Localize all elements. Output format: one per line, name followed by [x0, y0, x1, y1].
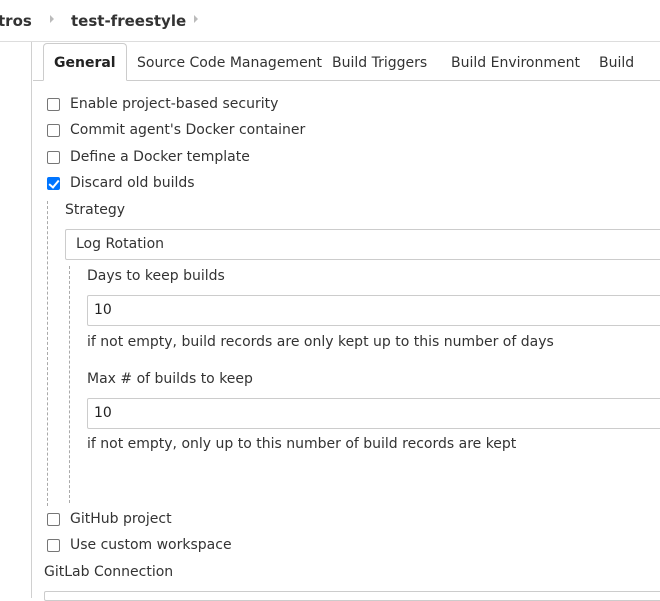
gitlab-connection-label: GitLab Connection: [44, 564, 174, 580]
max-builds-input[interactable]: 10: [87, 398, 660, 429]
checkbox[interactable]: [47, 539, 60, 552]
chevron-right-icon[interactable]: [50, 15, 54, 23]
days-to-keep-label: Days to keep builds: [87, 268, 225, 284]
checkbox-label: Use custom workspace: [70, 537, 232, 553]
config-tabbar: General Source Code Management Build Tri…: [33, 42, 660, 81]
breadcrumb: tros test-freestyle: [0, 0, 660, 42]
breadcrumb-item-parent[interactable]: tros: [0, 12, 32, 30]
strategy-select[interactable]: Log Rotation: [65, 229, 660, 260]
checkbox-label: Enable project-based security: [70, 96, 279, 112]
checkbox[interactable]: [47, 513, 60, 526]
subsection-divider: [69, 266, 70, 503]
max-builds-help: if not empty, only up to this number of …: [87, 436, 517, 452]
checkbox[interactable]: [47, 151, 60, 164]
gitlab-connection-select[interactable]: [44, 591, 660, 601]
checkbox-checked[interactable]: [47, 177, 60, 190]
sidebar: [0, 42, 32, 598]
checkbox-label: Define a Docker template: [70, 149, 250, 165]
tab-source-code-management[interactable]: Source Code Management: [137, 45, 322, 81]
checkbox-label: Discard old builds: [70, 175, 195, 191]
checkbox[interactable]: [47, 124, 60, 137]
strategy-label: Strategy: [65, 202, 125, 218]
section-divider: [47, 201, 48, 506]
chevron-right-icon[interactable]: [194, 15, 198, 23]
tab-build[interactable]: Build: [599, 45, 634, 81]
tab-build-environment[interactable]: Build Environment: [451, 45, 580, 81]
tab-build-triggers[interactable]: Build Triggers: [332, 45, 427, 81]
checkbox-label: Commit agent's Docker container: [70, 122, 306, 138]
tab-general[interactable]: General: [43, 43, 127, 81]
checkbox[interactable]: [47, 98, 60, 111]
days-to-keep-input[interactable]: 10: [87, 295, 660, 326]
breadcrumb-item-current[interactable]: test-freestyle: [71, 12, 186, 30]
days-to-keep-help: if not empty, build records are only kep…: [87, 334, 554, 350]
checkbox-label: GitHub project: [70, 511, 172, 527]
max-builds-label: Max # of builds to keep: [87, 371, 253, 387]
